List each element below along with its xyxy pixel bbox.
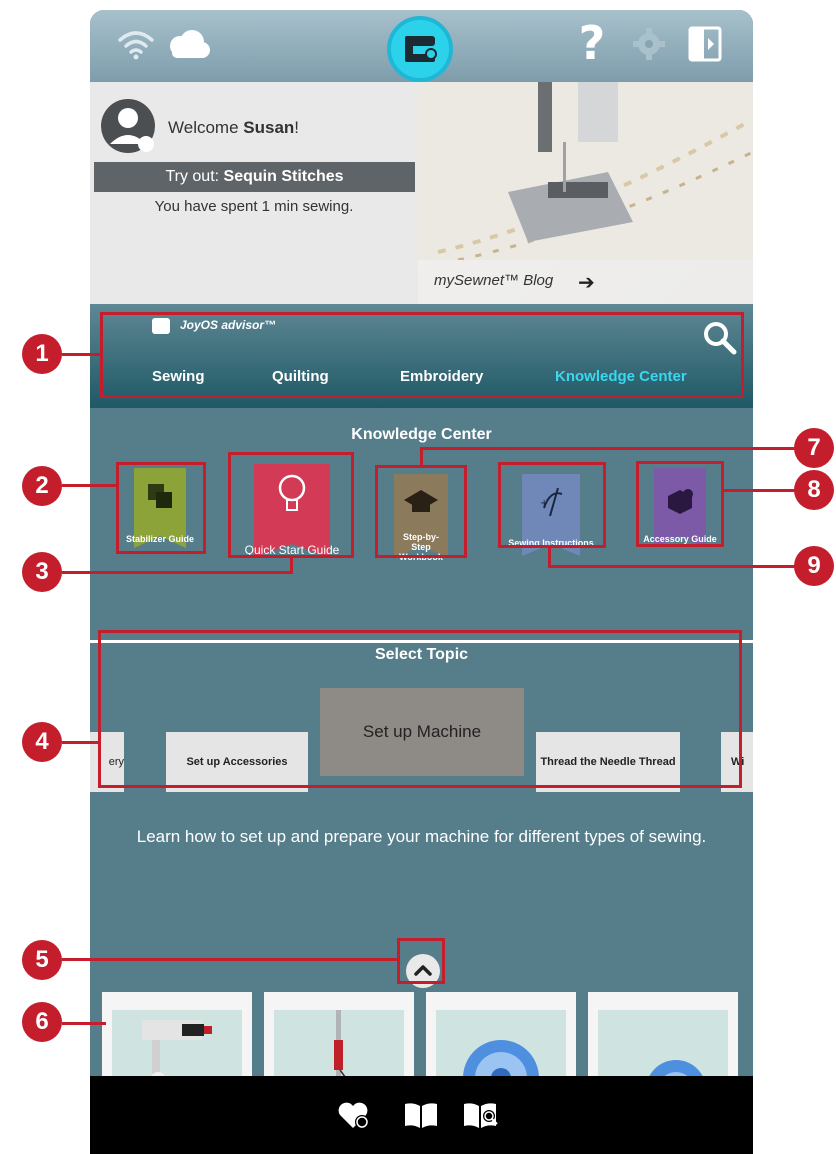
callout-8: 8 xyxy=(794,470,834,510)
callout-7: 7 xyxy=(794,428,834,468)
annotation-box-3 xyxy=(228,452,354,558)
welcome-greeting: Welcome Susan! xyxy=(168,118,299,138)
callout-3: 3 xyxy=(22,552,62,592)
leader-line-9 xyxy=(548,565,798,568)
book-icon[interactable] xyxy=(403,1100,439,1130)
blog-link[interactable]: mySewnet™ Blog ➔ xyxy=(418,260,753,304)
favorites-icon[interactable] xyxy=(336,1100,370,1130)
annotation-box-1 xyxy=(100,312,744,398)
leader-line-1 xyxy=(62,353,100,356)
leader-line-9b xyxy=(548,548,551,567)
greeting-suffix: ! xyxy=(294,118,300,137)
callout-9: 9 xyxy=(794,546,834,586)
callout-2: 2 xyxy=(22,466,62,506)
knowledge-center-title: Knowledge Center xyxy=(351,426,492,443)
callout-1: 1 xyxy=(22,334,62,374)
annotation-box-4 xyxy=(98,630,742,788)
annotation-box-7 xyxy=(375,465,467,558)
tryout-prefix: Try out: xyxy=(165,168,224,185)
book-search-icon[interactable] xyxy=(462,1100,502,1130)
blog-label: mySewnet™ Blog xyxy=(434,272,554,289)
gear-icon[interactable] xyxy=(631,26,667,62)
leader-line-3 xyxy=(62,571,292,574)
arrow-right-icon: ➔ xyxy=(578,270,595,294)
greeting-prefix: Welcome xyxy=(168,118,244,137)
annotation-box-2 xyxy=(116,462,206,554)
wifi-icon[interactable] xyxy=(116,24,156,64)
user-name: Susan xyxy=(243,118,295,137)
leader-line-2 xyxy=(62,484,116,487)
time-spent-text: You have spent 1 min sewing. xyxy=(154,198,354,215)
leader-line-6 xyxy=(62,1022,106,1025)
presser-foot-photo xyxy=(418,82,753,260)
annotation-box-8 xyxy=(636,461,724,547)
help-icon[interactable]: ? xyxy=(572,18,612,68)
topic-description: Learn how to set up and prepare your mac… xyxy=(136,827,707,846)
annotation-box-5 xyxy=(397,938,445,984)
callout-6: 6 xyxy=(22,1002,62,1042)
sewing-machine-icon[interactable] xyxy=(387,16,453,82)
tryout-banner[interactable]: Try out: Sequin Stitches xyxy=(94,162,415,192)
leader-line-7b xyxy=(420,447,423,465)
cloud-icon[interactable] xyxy=(162,24,212,64)
tryout-item: Sequin Stitches xyxy=(223,168,344,185)
leader-line-4 xyxy=(62,741,98,744)
user-avatar-icon[interactable] xyxy=(100,96,156,156)
annotation-box-9 xyxy=(498,462,606,548)
status-bar: ? xyxy=(90,10,753,82)
callout-5: 5 xyxy=(22,940,62,980)
leader-line-8 xyxy=(724,489,798,492)
leader-line-3b xyxy=(290,556,293,574)
leader-line-7 xyxy=(420,447,796,450)
blog-panel[interactable]: mySewnet™ Blog ➔ xyxy=(418,82,753,304)
screen: ? Welcome Susan! Try out: Sequin Stitche… xyxy=(0,0,836,1154)
leader-line-5 xyxy=(62,958,397,961)
bottom-toolbar xyxy=(90,1076,753,1154)
welcome-panel: Welcome Susan! Try out: Sequin Stitches … xyxy=(90,82,418,304)
callout-4: 4 xyxy=(22,722,62,762)
exit-icon[interactable] xyxy=(686,24,724,64)
